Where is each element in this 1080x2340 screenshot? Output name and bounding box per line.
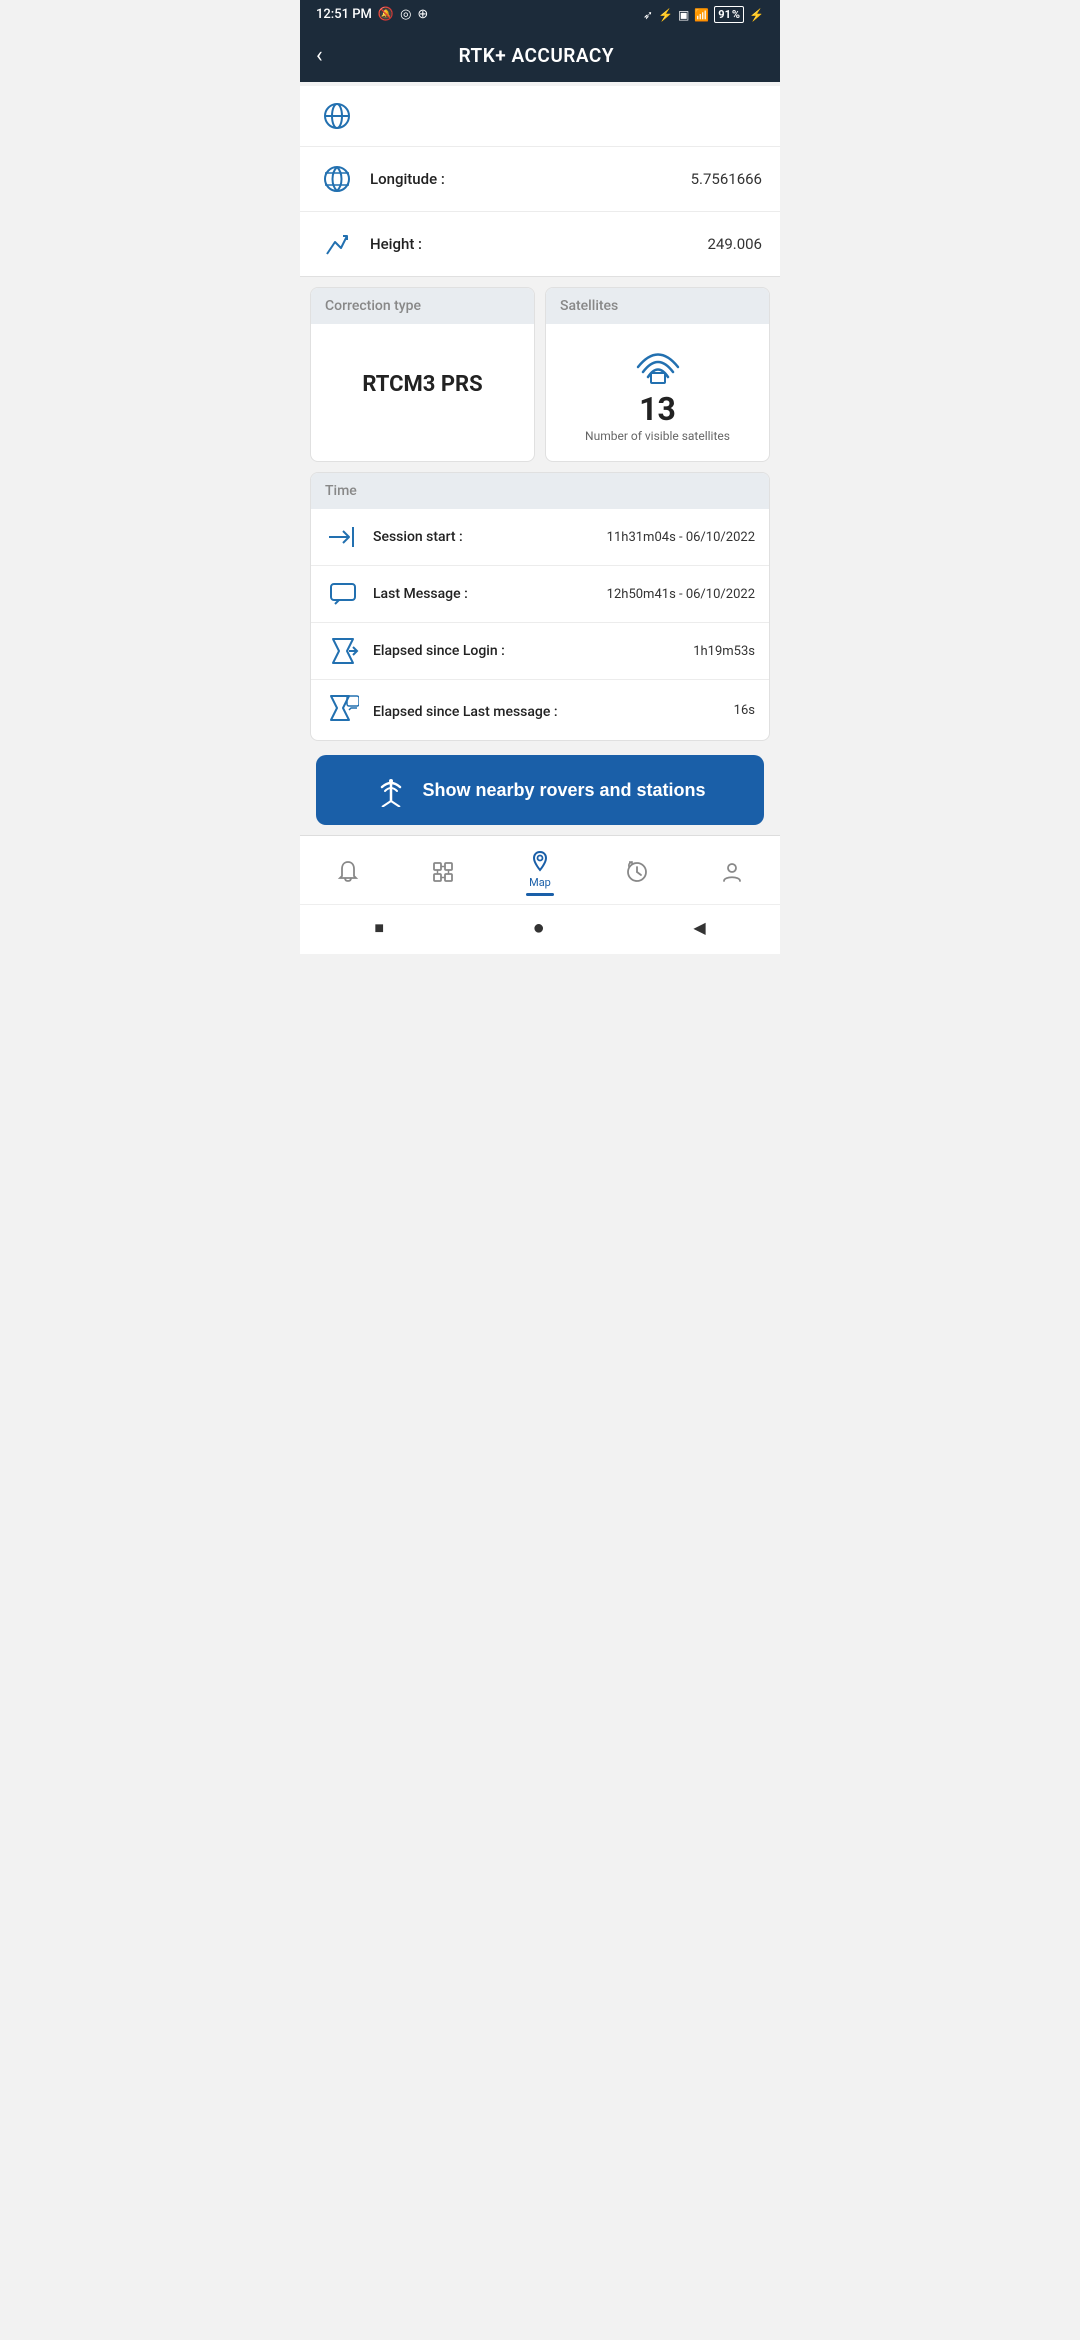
wifi-icon: 📶 — [694, 8, 709, 22]
nav-map-label: Map — [529, 876, 551, 889]
satellites-body: 13 Number of visible satellites — [546, 324, 769, 461]
bluetooth-icon: ⚡ — [658, 8, 673, 22]
nav-active-indicator — [526, 893, 554, 896]
last-message-row: Last Message : 12h50m41s - 06/10/2022 — [311, 566, 769, 623]
show-nearby-button[interactable]: Show nearby rovers and stations — [316, 755, 764, 825]
session-start-icon — [325, 523, 361, 551]
nav-nodes[interactable] — [422, 855, 464, 889]
mute-icon: 🔕 — [378, 7, 394, 22]
longitude-label: Longitude : — [370, 170, 677, 188]
session-start-row: Session start : 11h31m04s - 06/10/2022 — [311, 509, 769, 566]
time-section: Time Session start : 11h31m04s - 06/10/2… — [310, 472, 770, 741]
elapsed-last-icon — [325, 694, 361, 726]
last-message-icon — [325, 580, 361, 608]
satellite-count: 13 — [639, 392, 676, 427]
bottom-navigation: Map — [300, 835, 780, 904]
page-title: RTK+ ACCURACY — [339, 44, 734, 67]
elapsed-last-label: Elapsed since Last message : — [373, 704, 558, 720]
height-icon — [318, 228, 356, 260]
battery-display: 91% — [714, 6, 744, 23]
android-back-button[interactable]: ◀ — [693, 918, 705, 937]
page-header: ‹ RTK+ ACCURACY — [300, 29, 780, 82]
session-start-label: Session start : — [373, 529, 595, 545]
correction-type-value: RTCM3 PRS — [362, 372, 482, 397]
location-section: Longitude : 5.7561666 Height : 249.006 — [300, 86, 780, 277]
elapsed-login-row: Elapsed since Login : 1h19m53s — [311, 623, 769, 680]
nav-map[interactable]: Map — [518, 844, 562, 900]
nav-bell[interactable] — [327, 855, 369, 889]
satellites-header: Satellites — [546, 288, 769, 324]
correction-type-header: Correction type — [311, 288, 534, 324]
back-button[interactable]: ‹ — [316, 43, 323, 68]
elapsed-login-label: Elapsed since Login : — [373, 643, 681, 659]
satellite-label: Number of visible satellites — [585, 429, 730, 443]
status-bar: 12:51 PM 🔕 ◎ ⊕ ➶ ⚡ ▣ 📶 91% ⚡ — [300, 0, 780, 29]
circle-icon: ◎ — [400, 7, 411, 22]
globe-icon — [318, 100, 356, 132]
time-section-header: Time — [311, 473, 769, 509]
last-message-value: 12h50m41s - 06/10/2022 — [607, 587, 755, 602]
satellite-signal-icon — [633, 342, 683, 384]
last-message-label: Last Message : — [373, 586, 595, 602]
android-home-button[interactable]: ● — [533, 915, 545, 940]
session-start-value: 11h31m04s - 06/10/2022 — [607, 530, 755, 545]
elapsed-login-value: 1h19m53s — [693, 644, 755, 659]
elapsed-last-value: 16s — [734, 703, 755, 718]
elapsed-last-row: Elapsed since Last message : 16s — [311, 680, 769, 740]
android-nav-bar: ■ ● ◀ — [300, 904, 780, 954]
height-value: 249.006 — [707, 235, 762, 253]
nearby-icon — [374, 773, 408, 807]
height-label: Height : — [370, 235, 693, 253]
status-time: 12:51 PM 🔕 ◎ ⊕ — [316, 7, 428, 22]
longitude-row: Longitude : 5.7561666 — [300, 147, 780, 212]
location-icon: ➶ — [643, 8, 653, 22]
correction-type-body: RTCM3 PRS — [311, 324, 534, 444]
nearby-button-label: Show nearby rovers and stations — [422, 780, 705, 801]
nav-history[interactable] — [616, 855, 658, 889]
longitude-icon — [318, 163, 356, 195]
height-row: Height : 249.006 — [300, 212, 780, 276]
longitude-value: 5.7561666 — [691, 170, 762, 188]
charging-icon: ⚡ — [749, 8, 764, 22]
status-right: ➶ ⚡ ▣ 📶 91% ⚡ — [643, 6, 764, 23]
correction-type-card: Correction type RTCM3 PRS — [310, 287, 535, 462]
satellites-card: Satellites 13 Number of visible satellit… — [545, 287, 770, 462]
at-icon: ⊕ — [417, 7, 428, 22]
nav-profile[interactable] — [711, 855, 753, 889]
time-display: 12:51 PM — [316, 7, 372, 22]
elapsed-login-icon — [325, 637, 361, 665]
sim-icon: ▣ — [678, 8, 689, 22]
android-stop-button[interactable]: ■ — [374, 918, 384, 938]
latitude-row — [300, 86, 780, 147]
cards-row: Correction type RTCM3 PRS Satellites 13 … — [310, 287, 770, 462]
